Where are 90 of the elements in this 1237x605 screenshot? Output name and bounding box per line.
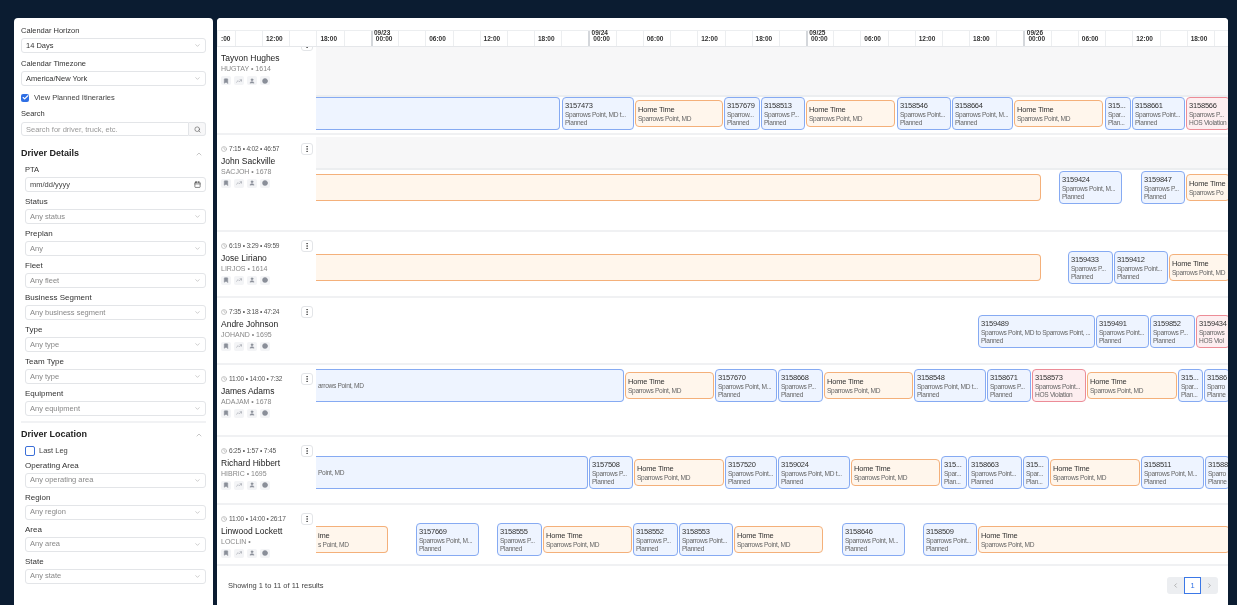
circle-icon[interactable]: [260, 408, 270, 418]
menu-button[interactable]: [301, 143, 313, 155]
more-icon: [303, 447, 311, 455]
circle-icon[interactable]: [260, 275, 270, 285]
chevron-icon: [194, 212, 201, 220]
driver-name[interactable]: Tayvon Hughes: [221, 53, 312, 64]
bookmark-icon[interactable]: [221, 548, 231, 558]
checkbox[interactable]: [25, 445, 35, 456]
chevron-icon: [194, 75, 201, 82]
field-label: Team Type: [25, 356, 65, 367]
clock-icon: [221, 447, 227, 454]
user-icon[interactable]: [247, 341, 257, 351]
chevron-icon: [194, 540, 201, 548]
clock-icon: [221, 242, 227, 249]
bookmark-icon[interactable]: [221, 275, 231, 285]
trend-icon[interactable]: [234, 408, 244, 418]
chevron-icon: [194, 508, 201, 516]
menu-button[interactable]: [301, 306, 313, 318]
chevron-icon: [194, 244, 201, 252]
field-label: Preplan: [25, 228, 54, 239]
chevron-left-icon: [1172, 582, 1179, 589]
user-icon[interactable]: [247, 178, 257, 188]
more-icon: [303, 375, 311, 383]
clock-icon: [221, 308, 227, 315]
search-icon: [193, 125, 201, 133]
field-label: Region: [25, 492, 52, 503]
clock-icon: [221, 515, 227, 522]
chevron-icon: [194, 572, 201, 580]
home-time-block[interactable]: [316, 174, 1041, 201]
field-label: Equipment: [25, 388, 65, 399]
circle-icon[interactable]: [260, 76, 270, 85]
clock-icon: [221, 145, 227, 152]
chevron-icon: [194, 42, 201, 49]
more-icon: [303, 308, 311, 316]
circle-icon[interactable]: [260, 341, 270, 351]
chevron-icon: [194, 404, 201, 412]
user-icon[interactable]: [247, 275, 257, 285]
circle-icon[interactable]: [260, 480, 270, 490]
more-icon: [303, 145, 311, 153]
driver-name[interactable]: James Adams: [221, 385, 312, 397]
trend-icon[interactable]: [234, 178, 244, 188]
trend-icon[interactable]: [234, 548, 244, 558]
more-icon: [303, 242, 311, 250]
field-label: Area: [25, 524, 43, 535]
driver-name[interactable]: John Sackville: [221, 155, 312, 167]
section-title: Driver Details: [21, 147, 80, 161]
bookmark-icon[interactable]: [221, 480, 231, 490]
menu-button[interactable]: [301, 373, 313, 385]
chevron-icon: [194, 308, 201, 316]
trend-icon[interactable]: [234, 275, 244, 285]
trend-icon[interactable]: [234, 341, 244, 351]
driver-name[interactable]: Andre Johnson: [221, 318, 312, 330]
bookmark-icon[interactable]: [221, 178, 231, 188]
bookmark-icon[interactable]: [221, 408, 231, 418]
bookmark-icon[interactable]: [221, 341, 231, 351]
bookmark-icon[interactable]: [221, 76, 231, 85]
user-icon[interactable]: [247, 548, 257, 558]
chevron-icon: [194, 372, 201, 380]
checkbox[interactable]: [21, 93, 29, 102]
driver-name[interactable]: Linwood Lockett: [221, 525, 312, 537]
circle-icon[interactable]: [260, 548, 270, 558]
field-label: Type: [25, 324, 44, 335]
field-label: State: [25, 556, 45, 567]
menu-button[interactable]: [301, 513, 313, 525]
clock-icon: [221, 375, 227, 382]
chevron-icon: [194, 340, 201, 348]
field-label: Operating Area: [25, 460, 80, 471]
calendar-icon[interactable]: [194, 180, 201, 188]
trend-icon[interactable]: [234, 480, 244, 490]
field-label: Business Segment: [25, 292, 93, 303]
user-icon[interactable]: [247, 408, 257, 418]
driver-name[interactable]: Jose Liriano: [221, 252, 312, 264]
menu-button[interactable]: [301, 240, 313, 252]
chevron-icon: [194, 276, 201, 284]
home-time-block[interactable]: [316, 254, 1041, 281]
collapse-toggle[interactable]: [195, 150, 203, 158]
field-label: Status: [25, 196, 49, 207]
trip-block[interactable]: [316, 97, 560, 130]
user-icon[interactable]: [247, 480, 257, 490]
section-title: Driver Location: [21, 427, 87, 441]
more-icon: [303, 515, 311, 523]
menu-button[interactable]: [301, 445, 313, 457]
chevron-right-icon: [1206, 582, 1213, 589]
driver-name[interactable]: Richard Hibbert: [221, 457, 312, 469]
circle-icon[interactable]: [260, 178, 270, 188]
trend-icon[interactable]: [234, 76, 244, 85]
search-button[interactable]: [189, 122, 206, 137]
user-icon[interactable]: [247, 76, 257, 85]
field-label: Fleet: [25, 260, 44, 271]
chevron-icon: [194, 476, 201, 484]
